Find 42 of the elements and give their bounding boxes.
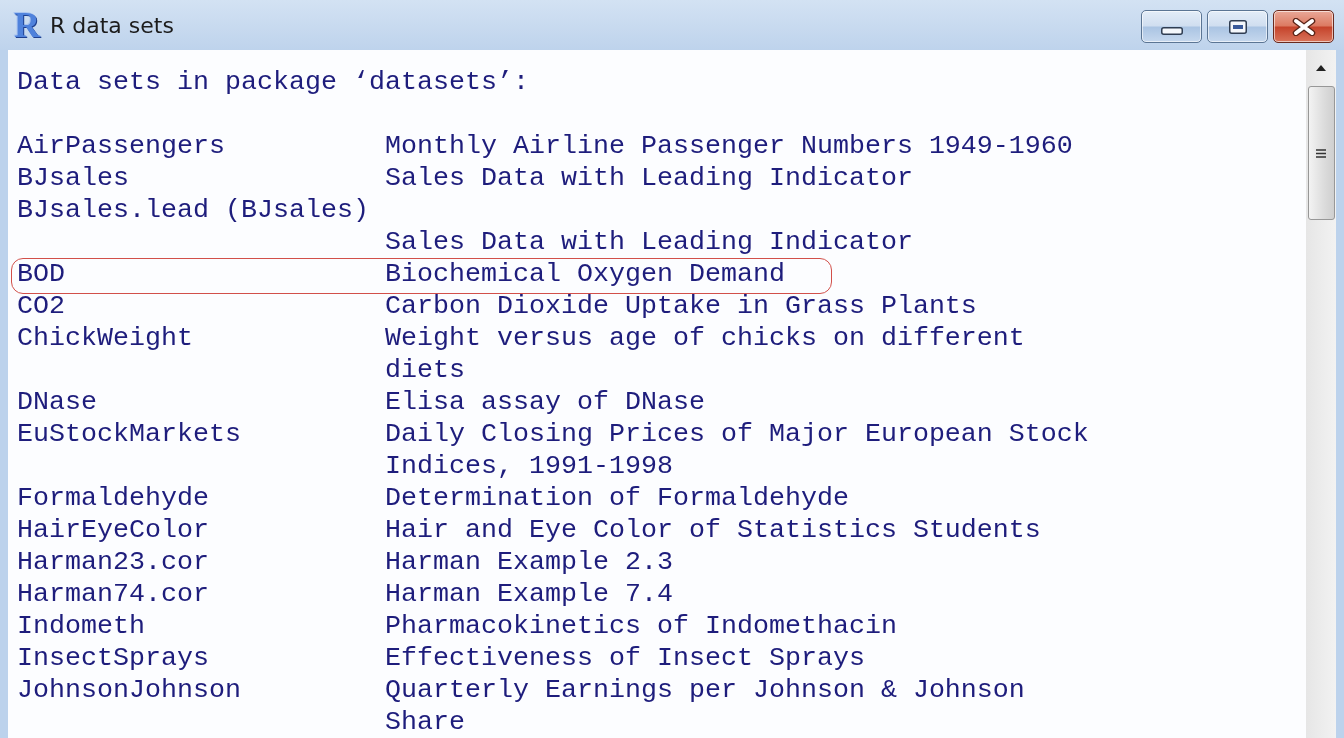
- maximize-icon: [1228, 19, 1247, 34]
- dataset-description: Effectiveness of Insect Sprays: [385, 642, 865, 674]
- dataset-description: Hair and Eye Color of Statistics Students: [385, 514, 1041, 546]
- dataset-description: Elisa assay of DNase: [385, 386, 705, 418]
- close-icon: [1291, 17, 1316, 36]
- dataset-name: BOD: [17, 258, 65, 290]
- dataset-name: ChickWeight: [17, 322, 193, 355]
- caret-up-icon: [1316, 65, 1326, 71]
- grip-icon: [1316, 148, 1326, 158]
- dataset-description: Daily Closing Prices of Major European Stock Indices, 1991-1998: [385, 418, 1090, 482]
- dataset-name: Harman23.cor: [17, 546, 209, 578]
- dataset-name: BJsales.lead (BJsales): [17, 194, 369, 226]
- dataset-description: Harman Example 2.3: [385, 546, 673, 578]
- listing-heading: Data sets in package ‘datasets’:: [17, 66, 529, 98]
- window-title: R data sets: [50, 12, 175, 38]
- close-button[interactable]: [1273, 10, 1334, 43]
- dataset-description: Determination of Formaldehyde: [385, 482, 849, 514]
- minimize-icon: [1160, 26, 1183, 35]
- dataset-name: Harman74.cor: [17, 578, 209, 610]
- scrollbar-thumb[interactable]: [1307, 86, 1335, 220]
- dataset-name: InsectSprays: [17, 642, 209, 674]
- dataset-name: Formaldehyde: [17, 482, 209, 514]
- dataset-name: HairEyeColor: [17, 514, 209, 546]
- r-logo: R: [14, 9, 40, 41]
- dataset-description: Pharmacokinetics of Indomethacin: [385, 610, 897, 642]
- dataset-name: JohnsonJohnson: [17, 674, 241, 707]
- dataset-name: AirPassengers: [17, 130, 225, 162]
- dataset-name: CO2: [17, 290, 65, 322]
- maximize-button[interactable]: [1207, 10, 1268, 43]
- dataset-name: EuStockMarkets: [17, 418, 241, 451]
- dataset-name: BJsales: [17, 162, 129, 194]
- dataset-description: Carbon Dioxide Uptake in Grass Plants: [385, 290, 977, 322]
- dataset-description: Weight versus age of chicks on different diets: [385, 322, 1026, 386]
- dataset-description: Quarterly Earnings per Johnson & Johnson Share: [385, 674, 1026, 738]
- dataset-description: Biochemical Oxygen Demand: [385, 258, 785, 290]
- dataset-name: Indometh: [17, 610, 145, 642]
- dataset-description: Sales Data with Leading Indicator: [385, 162, 913, 194]
- dataset-description: Sales Data with Leading Indicator: [385, 226, 913, 258]
- dataset-description: Monthly Airline Passenger Numbers 1949-1960: [385, 130, 1073, 162]
- dataset-description: Harman Example 7.4: [385, 578, 673, 610]
- minimize-button[interactable]: [1141, 10, 1202, 43]
- dataset-name: DNase: [17, 386, 97, 418]
